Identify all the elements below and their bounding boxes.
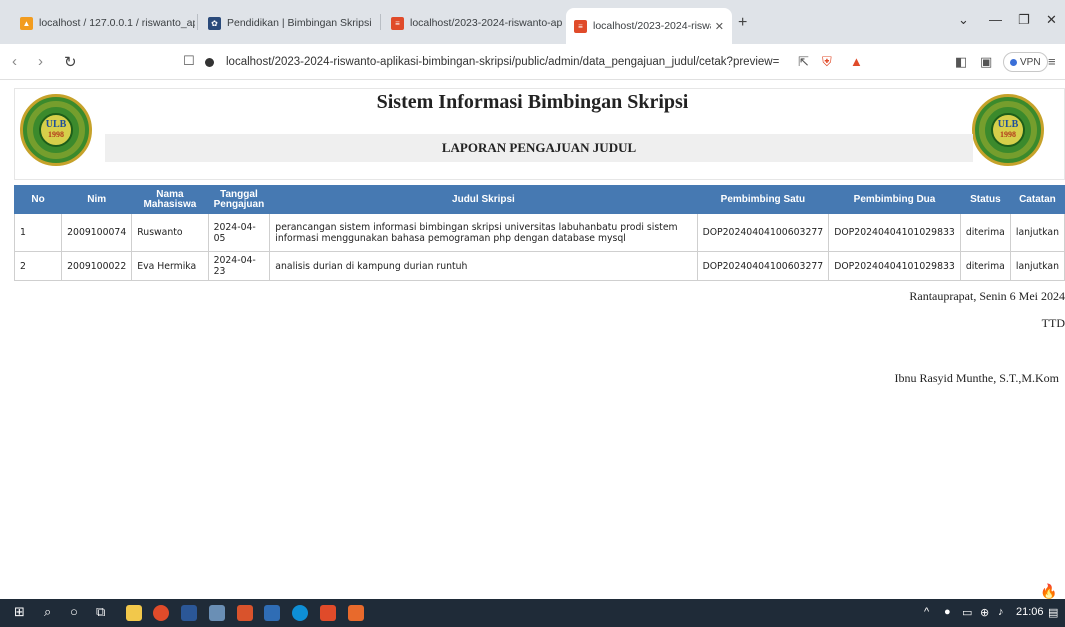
brave-icon[interactable] [320,605,336,621]
share-icon[interactable]: ⇱ [798,54,809,70]
cell-catatan: lanjutkan [1009,251,1065,281]
vpn-button[interactable]: VPN [1003,52,1048,72]
col-tanggal: Tanggal Pengajuan [207,185,271,214]
col-nama: Nama Mahasiswa [131,185,209,214]
site-icon: ✿ [208,16,221,30]
tab-localhost-1[interactable]: ≡ localhost/2023-2024-riswanto-aplik [383,10,563,36]
clock[interactable]: 21:06 [1016,606,1044,618]
tab-phpmyadmin[interactable]: ▲ localhost / 127.0.0.1 / riswanto_aplik [12,10,195,36]
search-icon[interactable]: ⌕ [44,604,60,620]
cell-no: 2 [13,251,63,281]
maximize-button[interactable]: ❐ [1018,12,1030,28]
col-pembimbing-satu: Pembimbing Satu [696,185,830,214]
address-bar[interactable]: localhost/2023-2024-riswanto-aplikasi-bi… [205,49,780,75]
cell-no: 1 [13,213,63,252]
signer-name: Ibnu Rasyid Munthe, S.T.,M.Kom [894,371,1059,385]
place-date: Rantauprapat, Senin 6 Mei 2024 [909,289,1065,303]
tab-localhost-active[interactable]: ≡ localhost/2023-2024-riswanto-a ✕ [566,8,732,44]
back-button[interactable]: ‹ [12,53,17,70]
close-window-button[interactable]: ✕ [1046,12,1057,28]
vpn-status-icon [1010,58,1017,66]
cortana-icon[interactable]: ○ [70,604,86,620]
tab-label: localhost/2023-2024-riswanto-a [593,20,711,32]
phpmyadmin-icon: ▲ [20,16,33,30]
cell-nim: 2009100074 [61,213,133,252]
cell-nama: Ruswanto [131,213,209,252]
bookmark-icon[interactable]: ☐ [183,53,195,69]
battery-icon[interactable]: ▭ [962,606,972,619]
wallet-icon[interactable]: ▣ [980,54,992,70]
tab-label: Pendidikan | Bimbingan Skripsi [227,17,372,29]
url-text: localhost/2023-2024-riswanto-aplikasi-bi… [226,56,780,68]
tab-label: localhost/2023-2024-riswanto-aplik [410,17,563,29]
cell-pembimbing-dua: DOP20240404101029833 [828,251,961,281]
network-icon[interactable]: ⊕ [980,606,989,619]
col-no: No [13,185,63,214]
reload-button[interactable]: ↻ [64,53,77,71]
xampp-icon[interactable] [348,605,364,621]
report-page: ULB 1998 ULB 1998 Sistem Informasi Bimbing… [0,80,1065,599]
col-catatan: Catatan [1009,185,1065,214]
chrome-icon[interactable] [153,605,169,621]
tab-pendidikan[interactable]: ✿ Pendidikan | Bimbingan Skripsi [200,10,378,36]
windows-start-icon[interactable]: ⊞ [14,604,30,620]
app-icon[interactable] [209,605,225,621]
illustrator-icon[interactable] [237,605,253,621]
cell-status: diterima [959,213,1011,252]
cell-nim: 2009100022 [61,251,133,281]
page-icon: ≡ [574,19,587,33]
col-pembimbing-dua: Pembimbing Dua [828,185,961,214]
minimize-button[interactable]: — [989,12,1002,27]
vpn-label: VPN [1020,56,1041,68]
tab-label: localhost / 127.0.0.1 / riswanto_aplik [39,17,195,29]
cell-tanggal: 2024-04-05 [207,213,271,252]
close-tab-icon[interactable]: ✕ [715,20,724,33]
table-row: 2 2009100022 Eva Hermika 2024-04-23 anal… [13,251,1065,281]
task-view-icon[interactable]: ⧉ [96,604,112,620]
tray-chevron-icon[interactable]: ^ [924,606,929,618]
col-nim: Nim [61,185,133,214]
new-tab-button[interactable]: + [738,14,747,32]
photoshop-icon[interactable] [264,605,280,621]
cell-pembimbing-dua: DOP20240404101029833 [828,213,961,252]
page-icon: ≡ [391,16,404,30]
col-status: Status [959,185,1011,214]
cell-pembimbing-satu: DOP20240404100603277 [696,213,830,252]
table-row: 1 2009100074 Ruswanto 2024-04-05 peranca… [13,213,1065,252]
table-header-row: No Nim Nama Mahasiswa Tanggal Pengajuan … [13,185,1065,214]
page-title: Sistem Informasi Bimbingan Skripsi [376,91,689,113]
sidebar-icon[interactable]: ◧ [955,54,967,70]
tab-search-icon[interactable]: ⌄ [958,12,969,28]
cell-nama: Eva Hermika [131,251,209,281]
volume-icon[interactable]: ♪ [998,606,1004,618]
notification-icon[interactable]: ▤ [1048,606,1058,619]
brave-rewards-icon[interactable]: ▲ [850,54,863,69]
edge-icon[interactable] [292,605,308,621]
os-taskbar: ⊞ ⌕ ○ ⧉ ^ ● ▭ ⊕ ♪ 21:06 ▤ [0,599,1065,627]
submission-table: No Nim Nama Mahasiswa Tanggal Pengajuan … [13,185,1065,281]
cell-tanggal: 2024-04-23 [207,251,271,281]
cell-judul: perancangan sistem informasi bimbingan s… [269,213,698,252]
cell-status: diterima [959,251,1011,281]
cell-catatan: lanjutkan [1009,213,1065,252]
site-info-icon[interactable] [205,57,214,67]
cell-judul: analisis durian di kampung durian runtuh [269,251,698,281]
browser-toolbar: ‹ › ↻ ☐ localhost/2023-2024-riswanto-apl… [0,44,1065,80]
file-explorer-icon[interactable] [126,605,142,621]
report-subtitle: LAPORAN PENGAJUAN JUDUL [105,134,973,162]
forward-button[interactable]: › [38,53,43,70]
col-judul: Judul Skripsi [269,185,698,214]
ttd-label: TTD [1041,316,1065,330]
tray-app-icon[interactable]: ● [944,606,951,618]
flame-icon[interactable]: 🔥 [1040,583,1057,600]
menu-icon[interactable]: ≡ [1048,54,1056,69]
cell-pembimbing-satu: DOP20240404100603277 [696,251,830,281]
browser-tab-bar: ▲ localhost / 127.0.0.1 / riswanto_aplik… [0,0,1065,44]
brave-shield-icon[interactable]: ⛨ [822,54,832,70]
word-icon[interactable] [181,605,197,621]
